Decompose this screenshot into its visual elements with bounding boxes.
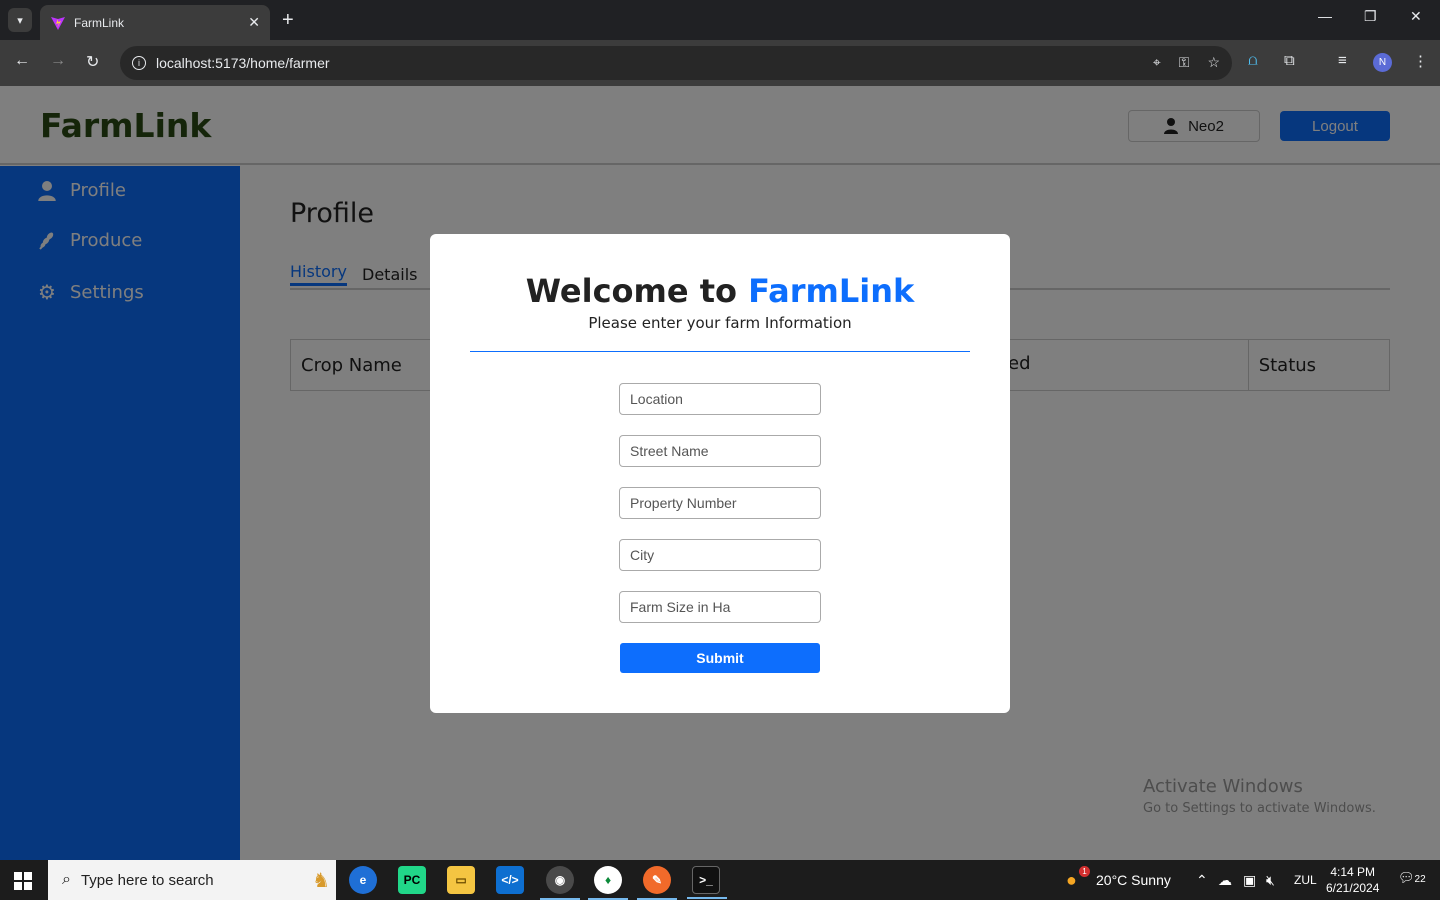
browser-tab[interactable]: FarmLink ✕ [40, 5, 270, 40]
extensions-puzzle-icon[interactable]: ⧉ [1284, 52, 1295, 69]
modal-subtitle: Please enter your farm Information [588, 314, 852, 332]
location-input[interactable] [619, 383, 821, 415]
clock-date: 6/21/2024 [1326, 881, 1380, 895]
weather-text[interactable]: 20°C Sunny [1096, 872, 1171, 888]
chrome-icon[interactable]: ◉ [540, 866, 580, 900]
language-indicator[interactable]: ZUL [1294, 873, 1317, 887]
chevron-up-icon[interactable]: ⌃ [1196, 872, 1208, 889]
volume-muted-icon[interactable]: 🔇︎ [1266, 872, 1275, 889]
street-name-input[interactable] [619, 435, 821, 467]
submit-button[interactable]: Submit [620, 643, 820, 673]
modal-divider [470, 351, 970, 352]
notifications-icon[interactable]: 💬︎22 [1398, 870, 1426, 886]
farm-info-modal: Welcome to FarmLink Please enter your fa… [430, 234, 1010, 713]
reload-icon[interactable]: ↻ [86, 52, 99, 72]
tab-close-icon[interactable]: ✕ [248, 14, 260, 31]
browser-tab-strip: ▾ FarmLink ✕ + — ❐ ✕ [0, 0, 1440, 40]
modal-title: Welcome to FarmLink [430, 272, 1010, 310]
address-bar[interactable]: i localhost:5173/home/farmer ⌖ ⚿ ☆ [120, 46, 1232, 80]
windows-taskbar: ⌕ Type here to search ♞ e PC ▭ </> ◉ ♦ ✎… [0, 860, 1440, 900]
menu-kebab-icon[interactable]: ⋮ [1413, 52, 1428, 70]
edge-browser-icon[interactable]: e [349, 866, 377, 894]
tab-title: FarmLink [74, 15, 125, 30]
window-close-icon[interactable]: ✕ [1410, 8, 1422, 25]
city-input[interactable] [619, 539, 821, 571]
weather-badge: 1 [1079, 866, 1090, 877]
vite-favicon-icon [51, 16, 65, 30]
restore-icon[interactable]: ❐ [1364, 8, 1377, 25]
modal-title-prefix: Welcome to [525, 272, 749, 310]
clock-time: 4:14 PM [1330, 865, 1376, 879]
onedrive-icon[interactable]: ☁ [1218, 872, 1232, 889]
postman-icon[interactable]: ✎ [637, 866, 677, 900]
farm-size-input[interactable] [619, 591, 821, 623]
taskbar-search-placeholder: Type here to search [80, 871, 214, 889]
browser-toolbar: ← → ↻ i localhost:5173/home/farmer ⌖ ⚿ ☆… [0, 40, 1440, 86]
search-icon: ⌕ [62, 871, 71, 888]
key-icon[interactable]: ⚿ [1179, 54, 1190, 71]
windows-start-icon[interactable] [14, 872, 32, 890]
mongodb-compass-icon[interactable]: ♦ [588, 866, 628, 900]
media-control-icon[interactable]: ≡ [1338, 52, 1347, 69]
back-icon[interactable]: ← [14, 52, 30, 70]
forward-icon[interactable]: → [50, 52, 66, 70]
taskbar-clock[interactable]: 4:14 PM 6/21/2024 [1326, 864, 1379, 896]
modal-title-brand: FarmLink [748, 272, 915, 310]
taskbar-search[interactable]: ⌕ Type here to search ♞ [48, 860, 336, 900]
notification-count: 22 [1414, 874, 1426, 885]
terminal-icon[interactable]: >_ [687, 866, 727, 899]
file-explorer-icon[interactable]: ▭ [447, 866, 475, 894]
pycharm-icon[interactable]: PC [398, 866, 426, 894]
web-page: FarmLink Neo2 Logout Profile Pro [0, 86, 1440, 860]
network-icon[interactable]: ▣ [1243, 872, 1256, 889]
bookmark-star-icon[interactable]: ☆ [1207, 54, 1220, 71]
minimize-icon[interactable]: — [1318, 8, 1332, 24]
weather-icon[interactable]: ● [1066, 870, 1077, 891]
vscode-icon[interactable]: </> [496, 866, 524, 894]
new-tab-button[interactable]: + [282, 8, 294, 32]
url-text: localhost:5173/home/farmer [156, 55, 330, 71]
tab-search-button[interactable]: ▾ [8, 8, 32, 32]
property-number-input[interactable] [619, 487, 821, 519]
giraffe-illustration-icon: ♞ [312, 869, 330, 892]
site-info-icon[interactable]: i [132, 56, 146, 70]
location-icon[interactable]: ⌖ [1153, 54, 1161, 71]
extension-icon[interactable]: ⩍ [1248, 52, 1258, 69]
profile-avatar[interactable]: N [1373, 53, 1392, 72]
